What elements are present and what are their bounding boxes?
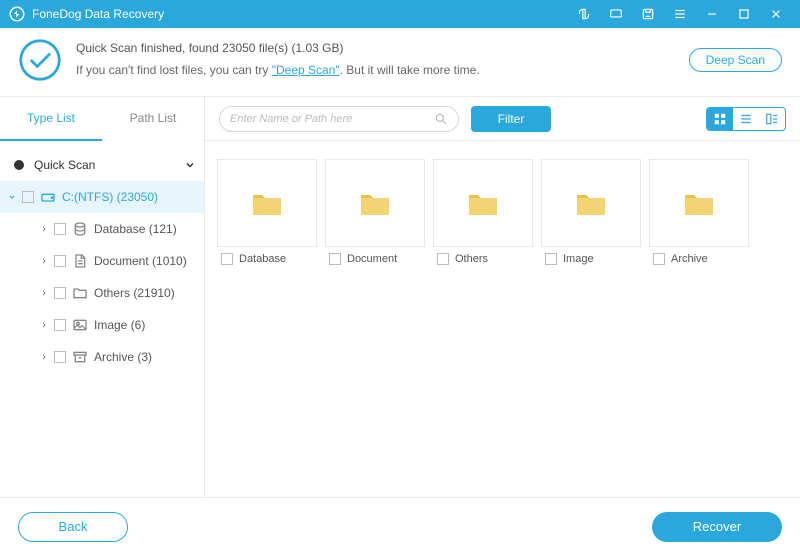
total-size: 1.03 GB <box>295 41 339 55</box>
bullet-icon <box>14 160 24 170</box>
checkbox[interactable] <box>545 253 557 265</box>
folder-image: Image <box>539 159 643 265</box>
toolbar: Type List Path List Enter Name or Path h… <box>0 97 800 141</box>
scan-status-banner: Quick Scan finished, found 23050 file(s)… <box>0 28 800 97</box>
view-grid-button[interactable] <box>707 108 733 130</box>
titlebar: FoneDog Data Recovery <box>0 0 800 28</box>
checkbox[interactable] <box>54 255 66 267</box>
chevron-down-icon <box>8 192 16 202</box>
folder-archive: Archive <box>647 159 751 265</box>
folder-thumb[interactable] <box>217 159 317 247</box>
chevron-right-icon <box>40 352 48 362</box>
view-mode-toggle <box>706 107 786 131</box>
image-icon <box>72 317 88 333</box>
tree-item-document[interactable]: Document (1010) <box>0 245 204 277</box>
checkbox[interactable] <box>329 253 341 265</box>
app-logo <box>8 5 26 23</box>
folder-thumb[interactable] <box>325 159 425 247</box>
folder-others: Others <box>431 159 535 265</box>
menu-icon[interactable] <box>664 0 696 28</box>
checkbox[interactable] <box>437 253 449 265</box>
folder-grid: Database Document Others Image Archive <box>205 141 800 497</box>
file-count: 23050 <box>222 41 255 55</box>
tree-drive[interactable]: C:(NTFS) (23050) <box>0 181 204 213</box>
folder-label: Image <box>563 253 594 265</box>
document-icon <box>72 253 88 269</box>
view-detail-button[interactable] <box>759 108 785 130</box>
archive-icon <box>72 349 88 365</box>
minimize-icon[interactable] <box>696 0 728 28</box>
chevron-down-icon <box>184 159 196 171</box>
folder-thumb[interactable] <box>649 159 749 247</box>
folder-database: Database <box>215 159 319 265</box>
folder-label: Document <box>347 253 397 265</box>
folder-icon <box>72 285 88 301</box>
view-list-button[interactable] <box>733 108 759 130</box>
folder-thumb[interactable] <box>433 159 533 247</box>
tab-path-list[interactable]: Path List <box>102 97 204 141</box>
folder-label: Others <box>455 253 488 265</box>
status-message: Quick Scan finished, found 23050 file(s)… <box>76 38 480 81</box>
search-placeholder: Enter Name or Path here <box>230 113 434 125</box>
save-icon[interactable] <box>632 0 664 28</box>
close-icon[interactable] <box>760 0 792 28</box>
chevron-right-icon <box>40 224 48 234</box>
tab-type-list[interactable]: Type List <box>0 97 102 141</box>
app-title: FoneDog Data Recovery <box>32 7 164 21</box>
folder-thumb[interactable] <box>541 159 641 247</box>
recover-button[interactable]: Recover <box>652 512 782 542</box>
sidebar-tree: Quick Scan C:(NTFS) (23050) Database (12… <box>0 141 205 497</box>
checkbox[interactable] <box>22 191 34 203</box>
checkmark-icon <box>18 38 62 82</box>
maximize-icon[interactable] <box>728 0 760 28</box>
feedback-icon[interactable] <box>600 0 632 28</box>
database-icon <box>72 221 88 237</box>
filter-button[interactable]: Filter <box>471 106 551 132</box>
tree-root[interactable]: Quick Scan <box>0 149 204 181</box>
tree-item-archive[interactable]: Archive (3) <box>0 341 204 373</box>
chevron-right-icon <box>40 320 48 330</box>
checkbox[interactable] <box>221 253 233 265</box>
status-text-1: Quick Scan finished, found <box>76 41 222 55</box>
checkbox[interactable] <box>54 223 66 235</box>
share-icon[interactable] <box>568 0 600 28</box>
checkbox[interactable] <box>54 287 66 299</box>
deep-scan-button[interactable]: Deep Scan <box>689 48 782 72</box>
deep-scan-link[interactable]: "Deep Scan" <box>272 63 340 77</box>
chevron-right-icon <box>40 288 48 298</box>
tree-item-image[interactable]: Image (6) <box>0 309 204 341</box>
search-input[interactable]: Enter Name or Path here <box>219 106 459 132</box>
back-button[interactable]: Back <box>18 512 128 542</box>
folder-label: Database <box>239 253 286 265</box>
chevron-right-icon <box>40 256 48 266</box>
checkbox[interactable] <box>54 351 66 363</box>
sidebar-tabs: Type List Path List <box>0 97 205 141</box>
checkbox[interactable] <box>54 319 66 331</box>
drive-icon <box>40 189 56 205</box>
checkbox[interactable] <box>653 253 665 265</box>
folder-label: Archive <box>671 253 708 265</box>
footer: Back Recover <box>0 497 800 555</box>
folder-document: Document <box>323 159 427 265</box>
tree-item-database[interactable]: Database (121) <box>0 213 204 245</box>
main-area: Quick Scan C:(NTFS) (23050) Database (12… <box>0 141 800 497</box>
tree-item-others[interactable]: Others (21910) <box>0 277 204 309</box>
search-icon <box>434 112 448 126</box>
